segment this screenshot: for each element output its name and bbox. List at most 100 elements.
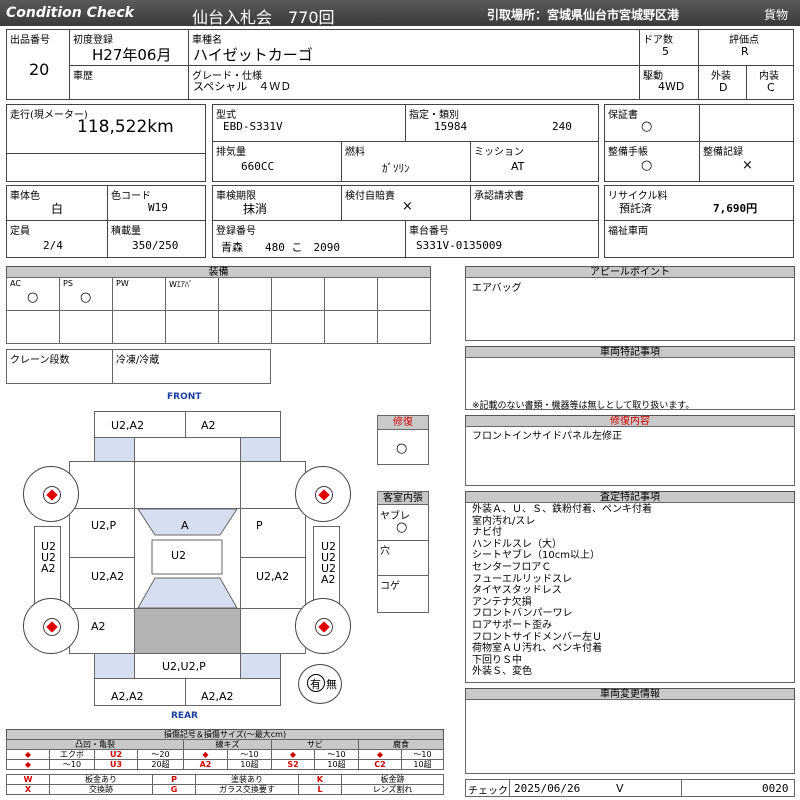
equipment-mark: ○ [80, 290, 92, 305]
load-capacity-label: 積載量 [111, 226, 141, 237]
color-code: W19 [148, 201, 168, 214]
equipment-label: Wｴｱﾊﾞ [169, 280, 193, 289]
equipment-cell [6, 310, 60, 344]
damage-code-front-right: A2 [201, 419, 216, 432]
inspection-notes-box: 外装Ａ、Ｕ、Ｓ、鉄粉付着、ペンキ付着 室内汚れ/スレ ナビ付 ハンドルスレ（大） シート… [465, 502, 795, 683]
legend-cell: 10超 [227, 759, 272, 770]
displacement: 660CC [241, 160, 275, 173]
fuel-box: 燃料 ｶﾞｿﾘﾝ [341, 141, 471, 182]
interior-grade-label: 内装 [759, 71, 779, 82]
first-registration-box: 初度登録 H27年06月 [69, 29, 189, 66]
registration-number: 青森 480 こ 2090 [221, 241, 340, 254]
freezer-box: 冷凍/冷蔵 [112, 349, 271, 384]
fuel-label: 燃料 [345, 147, 365, 158]
inspection-note-line: 室内汚れ/スレ [472, 515, 536, 527]
designation-box: 指定・類別 15984 240 [405, 104, 599, 142]
vehicle-name-box: 車種名 ハイゼットカーゴ [188, 29, 640, 66]
damage-code-rear-bumper-right: A2,A2 [201, 690, 234, 703]
damage-code-door-fr: P [256, 519, 263, 532]
capacity: 2/4 [43, 239, 63, 252]
maintenance-record-box: 整備記録 × [699, 141, 794, 182]
equipment-cell [218, 310, 272, 344]
maintenance-record: × [742, 158, 753, 173]
equipment-cell [218, 277, 272, 311]
legend-cell: 10超 [314, 759, 359, 770]
lot-number-label: 出品番号 [10, 35, 50, 46]
crane-stage-box: クレーン段数 [6, 349, 113, 384]
inspection-note-line: ハンドルスレ（大） [472, 538, 562, 550]
body-color: 白 [51, 202, 64, 216]
equipment-mark: ○ [27, 290, 39, 305]
inspection-note-line: 外装Ａ、Ｕ、Ｓ、鉄粉付着、ペンキ付着 [472, 504, 652, 515]
inspection-note-line: フロントバンパーワレ [472, 608, 573, 620]
door-rear-left [69, 557, 135, 609]
category-number: 240 [552, 120, 572, 133]
headlight-left [94, 437, 135, 462]
inspection-note-line: 荷物室ＡＵ汚れ、ペンキ付着 [472, 643, 603, 655]
warranty: ○ [641, 119, 653, 134]
front-bumper-right [185, 411, 281, 438]
vehicle-class: 貨物 [764, 8, 789, 22]
legend-diamond-icon: ◆ [6, 759, 50, 770]
freezer-label: 冷凍/冷蔵 [116, 355, 160, 366]
chassis-number-label: 車台番号 [409, 226, 449, 237]
equipment-cell [112, 310, 166, 344]
legend-symbol-code: G [152, 784, 196, 795]
spare-present: 有 [310, 678, 321, 691]
legend-symbol-text: ガラス交換要す [195, 784, 299, 795]
cabin-divider [378, 575, 428, 576]
inspection-note-line: タイヤスタッドレス [472, 585, 562, 597]
appeal-box: エアバッグ [465, 277, 795, 341]
equipment-cell-ps: PS ○ [59, 277, 113, 311]
liability-insurance-box: 検付自賠責 × [341, 185, 471, 221]
inspection-note-line: 外装Ｓ、変色 [472, 666, 532, 678]
inspection-note-line: ナビ付 [472, 527, 502, 539]
lot-number-box: 出品番号 20 [6, 29, 70, 100]
brand-title: Condition Check [6, 5, 134, 21]
designation-label: 指定・類別 [409, 110, 459, 121]
taillight-left [94, 653, 135, 679]
taillight-right [240, 653, 281, 679]
auction-title: 仙台入札会 770回 [192, 8, 335, 27]
equipment-cell [165, 310, 219, 344]
inspection-note-line: フューエルリッドスレ [472, 573, 572, 585]
legend-symbol-text: レンズ割れ [341, 784, 444, 795]
cabin-interior-box: 客室内張 ヤブレ ○ 穴 コゲ [377, 491, 429, 613]
recycle-fee: 7,690円 [713, 202, 758, 215]
recycle-fee-box: リサイクル料 預託済 7,690円 [604, 185, 794, 221]
check-label: チェック [468, 786, 508, 797]
damage-code-side-right: U2 U2 U2 A2 [321, 540, 337, 586]
cabin-tear-mark: ○ [396, 520, 408, 535]
spare-absent: 無 [326, 678, 337, 691]
maintenance-record-label: 整備記録 [703, 147, 743, 158]
interior-grade: C [767, 81, 775, 94]
fender-left [69, 461, 135, 509]
cabin-burn-label: コゲ [380, 581, 400, 592]
crane-stage-label: クレーン段数 [10, 355, 70, 366]
legend-cell: 20超 [137, 759, 184, 770]
repair-box: 修復 ○ [377, 415, 429, 465]
cabin-interior-title: 客室内張 [378, 492, 428, 505]
equipment-cell [377, 310, 431, 344]
equipment-label: PW [116, 279, 129, 288]
legend-cell: 〜10 [49, 759, 95, 770]
equipment-label: AC [10, 279, 21, 288]
load-capacity-box: 積載量 350/250 [107, 220, 206, 258]
maintenance-book: ○ [641, 158, 653, 173]
fuel: ｶﾞｿﾘﾝ [382, 162, 410, 175]
transmission: AT [511, 160, 525, 173]
exterior-grade-label: 外装 [711, 71, 731, 82]
special-notes-box: ※記載のない書類・機器等は無しとして取り扱います。 [465, 357, 795, 411]
doors-label: ドア数 [643, 35, 673, 46]
equipment-label: PS [63, 279, 73, 288]
maintenance-book-box: 整備手帳 ○ [604, 141, 700, 182]
first-registration: H27年06月 [92, 46, 172, 64]
inspection-expiry-box: 車検期限 抹消 [212, 185, 342, 221]
grade-box: グレード・仕様 スペシャル ４ＷＤ [188, 65, 640, 100]
equipment-cell-airbag: Wｴｱﾊﾞ [165, 277, 219, 311]
exterior-grade: D [719, 81, 728, 94]
registration-number-label: 登録番号 [216, 226, 256, 237]
inspection-note-line: シートヤブレ（10cm以上） [472, 550, 600, 562]
exterior-grade-box: 外装 D [698, 65, 747, 100]
legend-cell: 10超 [401, 759, 444, 770]
